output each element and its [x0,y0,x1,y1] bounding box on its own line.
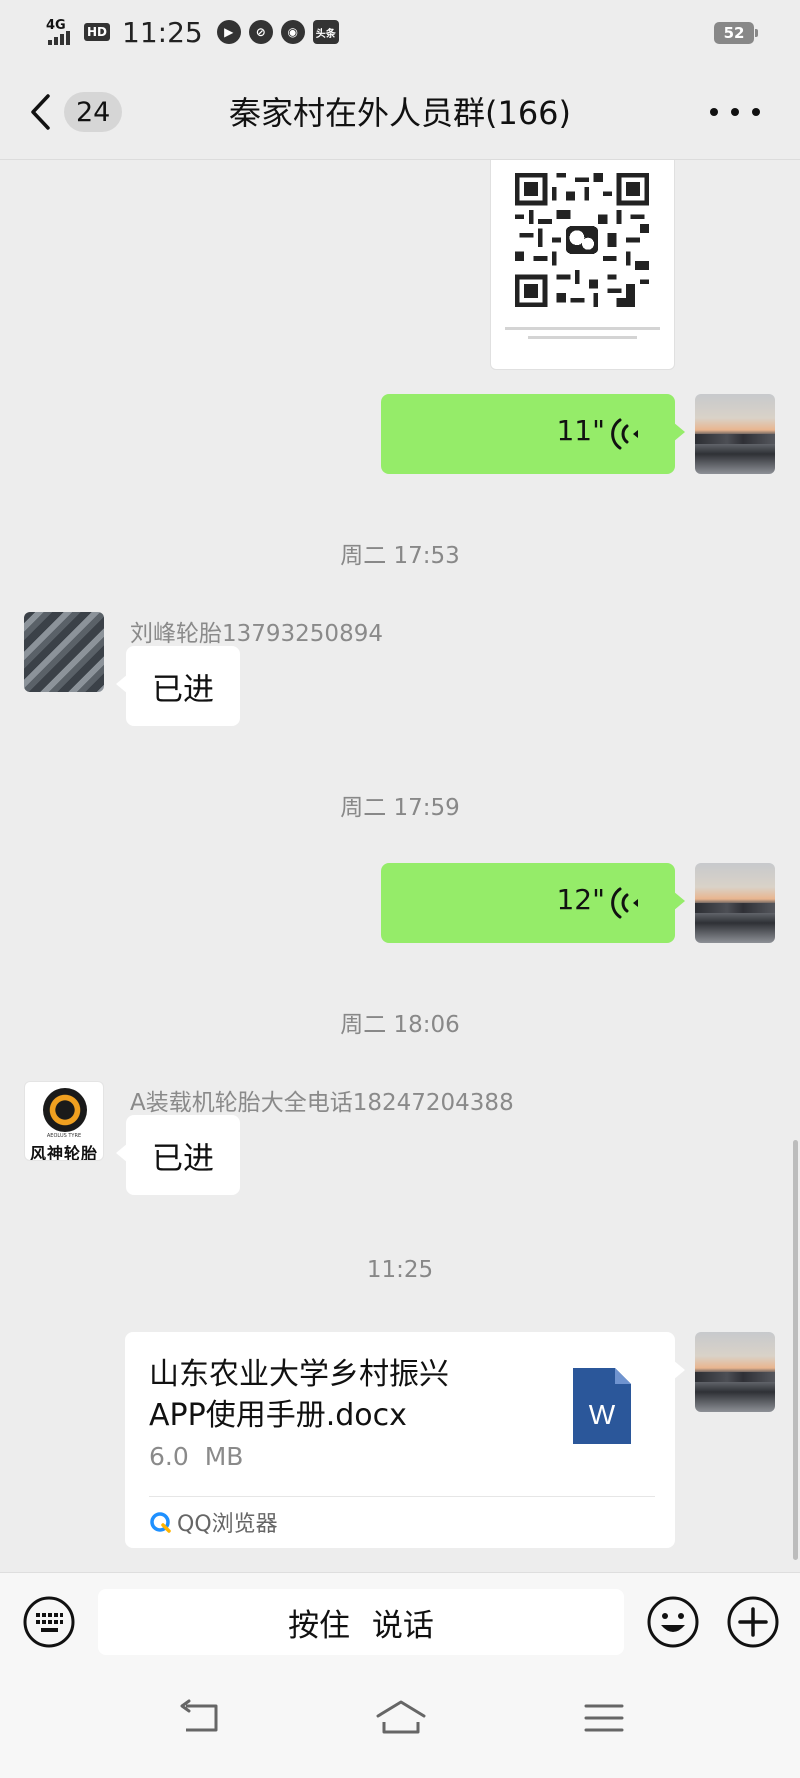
status-bar: 4G HD 11:25 ▶ ⊘ ◉ 头条 52 [0,0,800,64]
more-options-button[interactable] [710,94,760,130]
word-document-icon: W [573,1368,631,1444]
sender-name: A装载机轮胎大全电话18247204388 [130,1090,514,1116]
svg-text:W: W [589,1399,616,1430]
qr-code-image-message[interactable] [490,160,675,370]
hd-badge: HD [84,23,111,41]
file-divider [149,1496,655,1497]
signal-icon: 4G [46,17,76,47]
chat-header: 24 秦家村在外人员群(166) [0,64,800,160]
voice-duration: 11" [556,414,605,447]
text-message[interactable]: 已进 [116,1115,240,1195]
news-app-icon: 头条 [312,20,339,44]
sender-avatar[interactable]: AEOLUS TYRE 风神轮胎 [24,1081,104,1161]
voice-message[interactable]: 12" [381,863,685,943]
qr-caption [505,327,660,347]
file-size: 6.0 MB [149,1442,244,1471]
message-timestamp: 周二 17:59 [340,795,460,821]
system-nav-bar [0,1670,800,1778]
status-time: 11:25 [122,15,203,49]
message-timestamp: 11:25 [366,1257,434,1283]
my-avatar[interactable] [695,1332,775,1412]
nav-menu-icon[interactable] [582,1698,626,1738]
battery-icon: 52 [714,22,758,44]
qr-code-icon [515,173,649,307]
more-dot-icon [731,108,739,116]
voice-wave-icon [611,418,638,450]
play-icon: ▶ [216,20,241,44]
sender-name: 刘峰轮胎13793250894 [130,621,383,647]
more-dot-icon [710,108,718,116]
voice-duration: 12" [556,883,605,916]
file-source-label: QQ浏览器 [177,1512,278,1537]
message-timestamp: 周二 18:06 [340,1012,460,1038]
voice-message[interactable]: 11" [381,394,685,474]
file-message[interactable]: 山东农业大学乡村振兴APP使用手册.docx 6.0 MB W QQ浏览器 [125,1332,685,1548]
keyboard-toggle-button[interactable] [22,1595,76,1649]
back-chevron-icon [31,94,50,130]
location-icon: ◉ [280,20,305,44]
input-bar: 按住 说话 [0,1572,800,1670]
emoji-button[interactable] [646,1595,700,1649]
more-dot-icon [752,108,760,116]
qq-browser-icon [150,1512,171,1533]
hold-to-talk-button[interactable]: 按住 说话 [98,1589,624,1655]
file-name: 山东农业大学乡村振兴APP使用手册.docx [149,1357,449,1433]
brand-logo-icon [43,1088,87,1132]
unread-count-badge: 24 [64,92,123,132]
sync-icon: ⊘ [248,20,273,44]
status-left: 4G HD 11:25 ▶ ⊘ ◉ 头条 [46,14,339,50]
more-functions-plus-button[interactable] [726,1595,780,1649]
my-avatar[interactable] [695,394,775,474]
message-timestamp: 周二 17:53 [340,543,460,569]
scrollbar[interactable] [793,1140,798,1560]
brand-text: 风神轮胎 [29,1144,98,1161]
text-message[interactable]: 已进 [116,646,240,726]
brand-subtext: AEOLUS TYRE [46,1133,82,1139]
back-button[interactable]: 24 [28,90,128,134]
sender-avatar[interactable] [24,612,104,692]
voice-wave-icon [611,887,638,919]
chat-title: 秦家村在外人员群(166) [228,94,572,132]
my-avatar[interactable] [695,863,775,943]
file-source: QQ浏览器 [149,1506,278,1538]
nav-back-icon[interactable] [178,1698,222,1738]
message-list[interactable]: 11" 周二 17:53 刘峰轮胎13793250894 已进 周二 17:59… [0,160,800,1572]
nav-home-icon[interactable] [376,1698,426,1738]
